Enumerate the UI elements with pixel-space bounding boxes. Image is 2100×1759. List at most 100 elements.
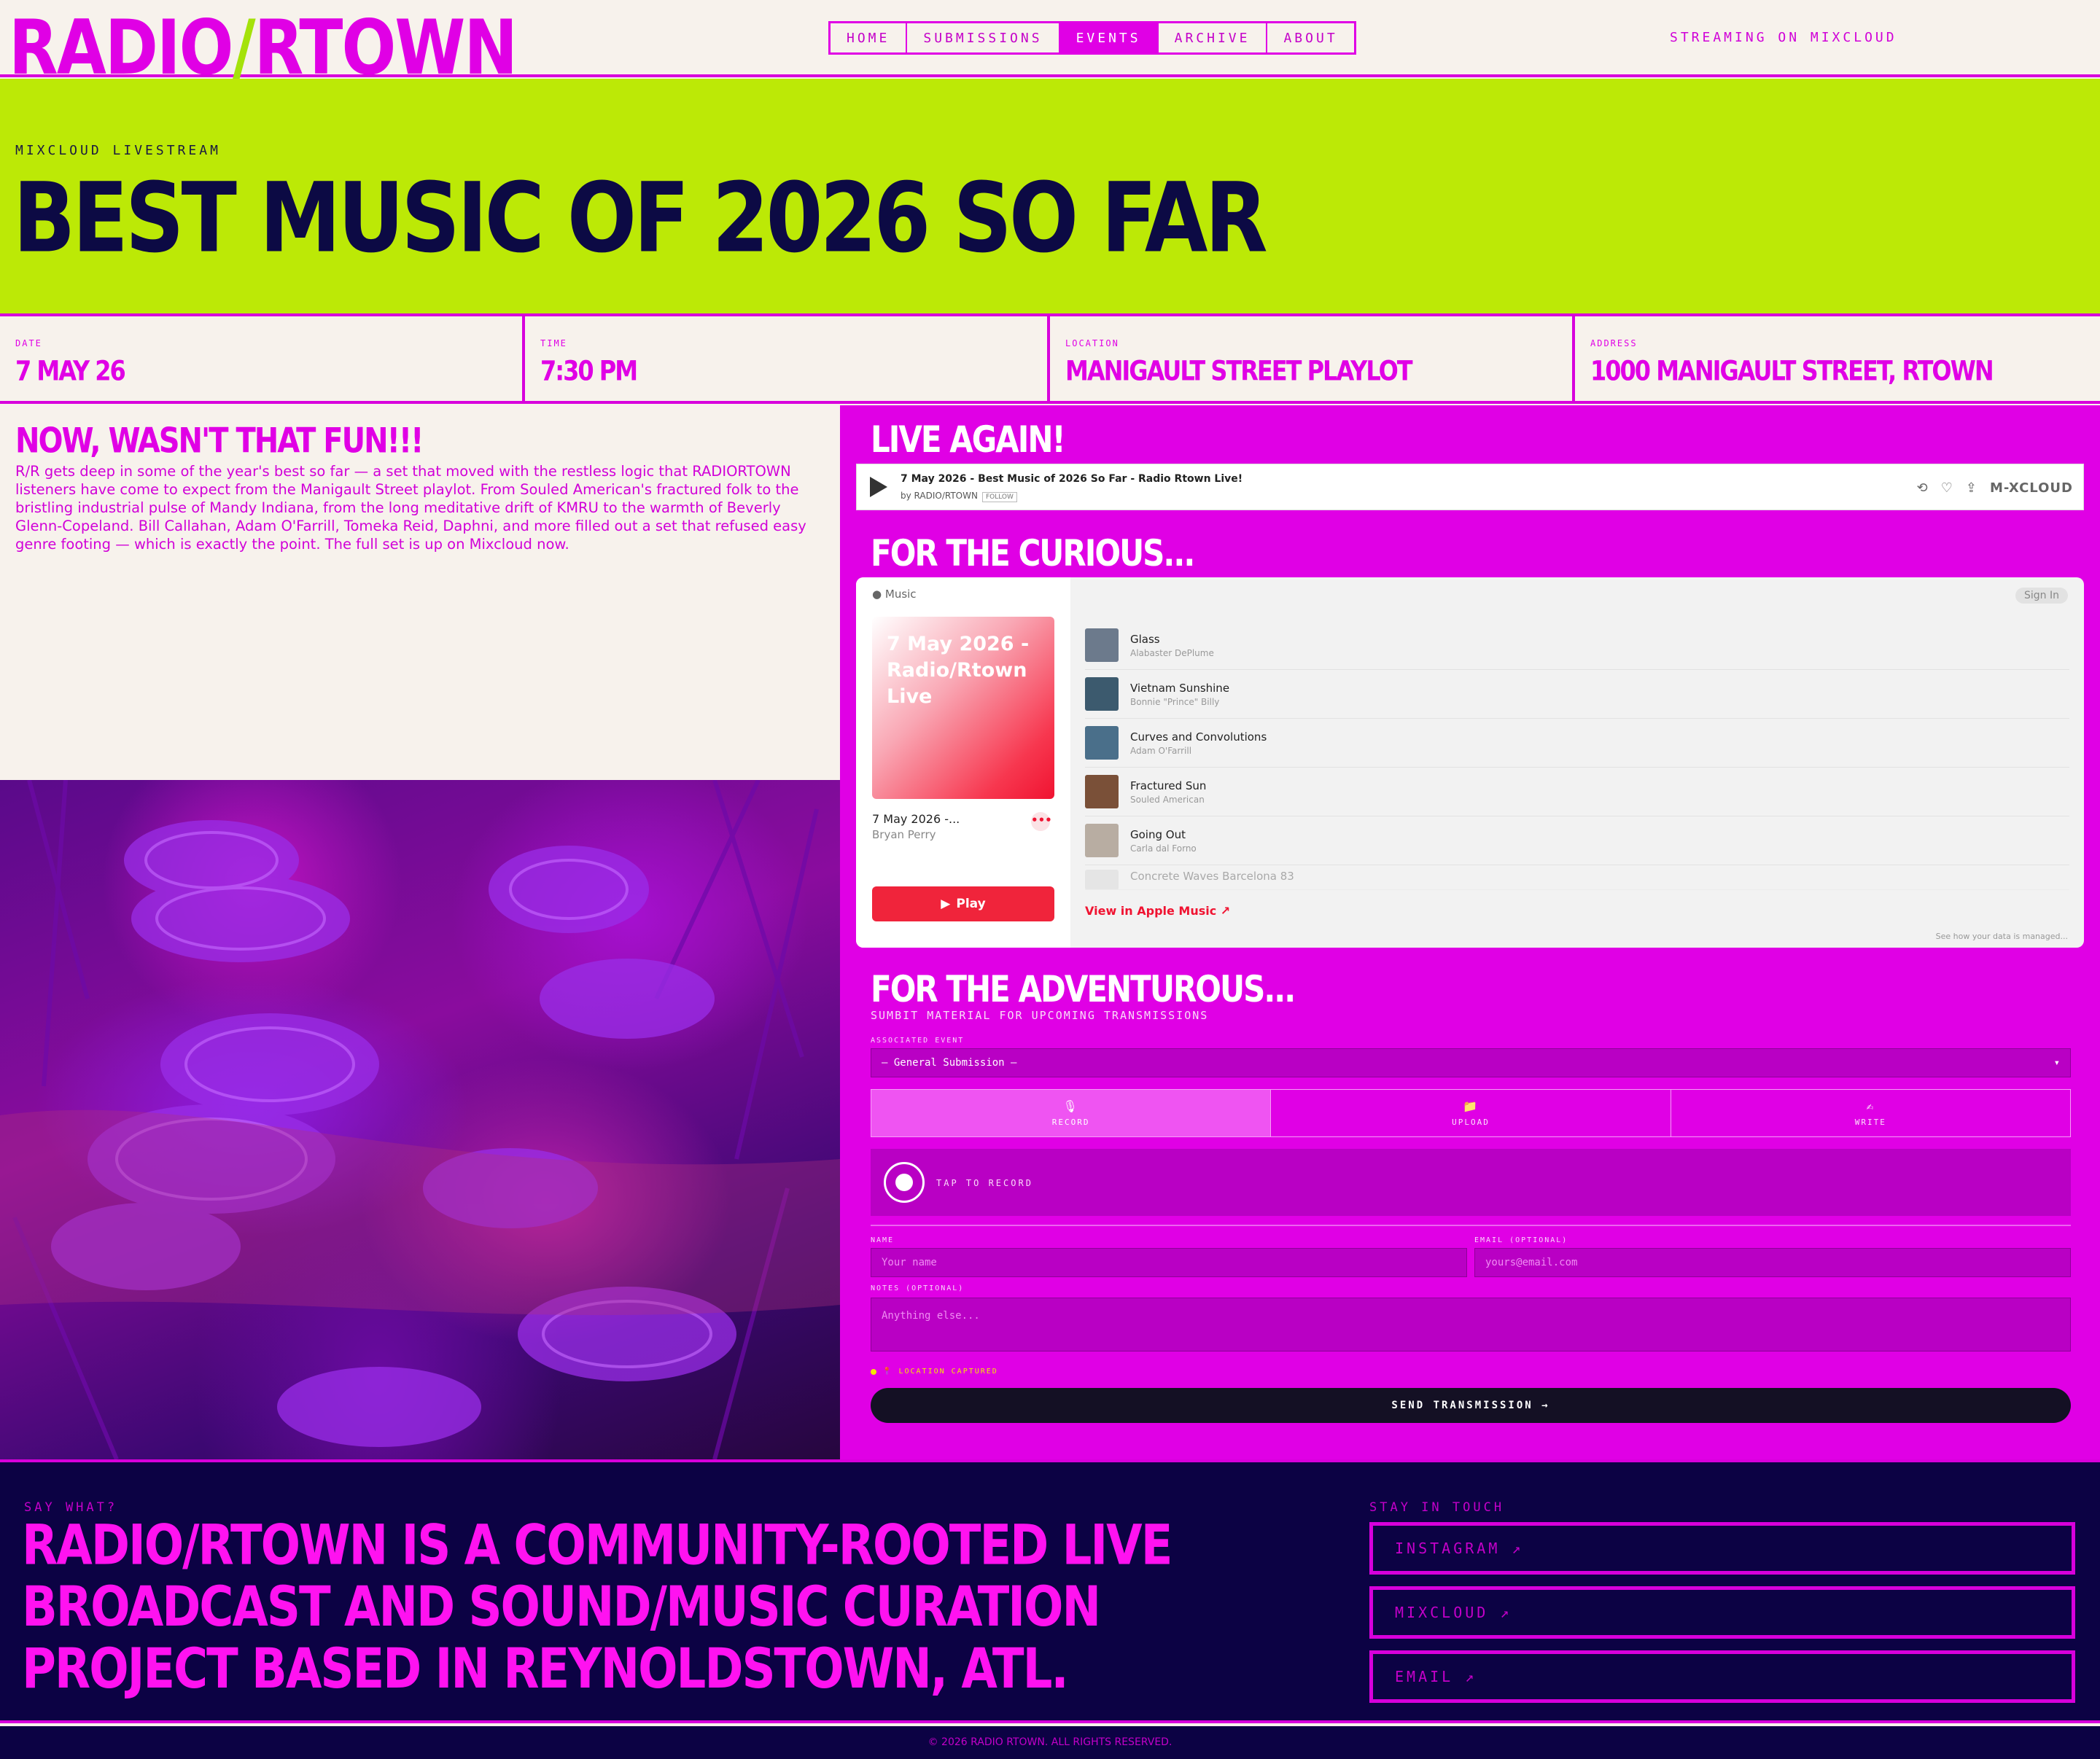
follow-button[interactable]: FOLLOW (981, 492, 1017, 502)
track-row[interactable]: Vietnam Sunshine Bonnie "Prince" Billy (1085, 670, 2069, 719)
share-icon[interactable]: ⇪ (1966, 480, 1977, 496)
status-dot-icon (871, 1368, 876, 1375)
media-column: LIVE AGAIN! 7 May 2026 - Best Music of 2… (840, 405, 2100, 1459)
fungus-photo (0, 780, 840, 1459)
info-date: DATE 7 MAY 26 (0, 316, 525, 401)
track-row[interactable]: Fractured Sun Souled American (1085, 768, 2069, 816)
mixcloud-player: 7 May 2026 - Best Music of 2026 So Far -… (856, 464, 2084, 510)
nav-events[interactable]: EVENTS (1059, 23, 1159, 52)
location-status: 📍 LOCATION CAPTURED (871, 1368, 998, 1376)
nav-archive[interactable]: ARCHIVE (1159, 23, 1268, 52)
track-name: Concrete Waves Barcelona 83 (1130, 870, 1294, 883)
info-label: TIME (540, 338, 567, 348)
sign-in-button[interactable]: Sign In (2015, 588, 2068, 604)
repost-icon[interactable]: ⟲ (1917, 480, 1928, 496)
track-artist: Carla dal Forno (1130, 843, 1197, 854)
event-select-value: — General Submission — (882, 1057, 1017, 1069)
track-artist: Bonnie "Prince" Billy (1130, 696, 1220, 707)
recap-section: NOW, WASN'T THAT FUN!!! R/R gets deep in… (0, 405, 840, 780)
adventurous-heading: FOR THE ADVENTUROUS... (871, 968, 1296, 1010)
track-name: Curves and Convolutions (1130, 730, 1267, 744)
record-button[interactable] (884, 1162, 925, 1203)
send-transmission-button[interactable]: SEND TRANSMISSION → (871, 1388, 2071, 1423)
curious-heading: FOR THE CURIOUS... (871, 532, 1195, 574)
nav-submissions[interactable]: SUBMISSIONS (907, 23, 1060, 52)
play-label: Play (956, 897, 986, 911)
nav-home[interactable]: HOME (831, 23, 908, 52)
apple-play-button[interactable]: ▶ Play (872, 886, 1054, 921)
info-label: ADDRESS (1590, 338, 1638, 348)
streaming-link[interactable]: STREAMING ON MIXCLOUD (1670, 30, 1897, 45)
tab-write[interactable]: ✍ WRITE (1671, 1090, 2070, 1136)
track-thumbnail (1085, 628, 1119, 662)
event-hero: MIXCLOUD LIVESTREAM BEST MUSIC OF 2026 S… (0, 79, 2100, 316)
say-what-label: SAY WHAT? (24, 1500, 118, 1515)
play-icon: ▶ (941, 897, 951, 911)
mixcloud-by: by RADIO/RTOWN FOLLOW (901, 491, 1017, 502)
site-header: RADIO / RTOWN HOME SUBMISSIONS EVENTS ARCH… (0, 0, 2100, 92)
chevron-down-icon: ▾ (2053, 1057, 2060, 1069)
live-again-heading: LIVE AGAIN! (871, 418, 1066, 461)
stay-in-touch-label: STAY IN TOUCH (1369, 1500, 1505, 1515)
info-value: 1000 MANIGAULT STREET, RTOWN (1590, 354, 1994, 387)
info-address: ADDRESS 1000 MANIGAULT STREET, RTOWN (1575, 316, 2100, 401)
track-row[interactable]: Going Out Carla dal Forno (1085, 816, 2069, 865)
mixcloud-title[interactable]: 7 May 2026 - Best Music of 2026 So Far -… (901, 473, 1242, 485)
track-thumbnail (1085, 726, 1119, 760)
email-input[interactable]: yours@email.com (1474, 1248, 2071, 1277)
info-label: DATE (15, 338, 42, 348)
track-thumbnail (1085, 824, 1119, 857)
track-list: Glass Alabaster DePlume Vietnam Sunshine B… (1085, 621, 2069, 890)
microphone-icon: 🎙 (1062, 1099, 1079, 1113)
name-input[interactable]: Your name (871, 1248, 1467, 1277)
tab-record[interactable]: 🎙 RECORD (871, 1090, 1272, 1136)
track-row[interactable]: Glass Alabaster DePlume (1085, 621, 2069, 670)
email-link[interactable]: EMAIL ↗ (1369, 1650, 2075, 1703)
track-name: Glass (1130, 632, 1160, 646)
event-info-strip: DATE 7 MAY 26 TIME 7:30 PM LOCATION MANI… (0, 316, 2100, 404)
info-value: 7:30 PM (540, 354, 638, 387)
form-divider (871, 1225, 2071, 1226)
mixcloud-logo[interactable]: M-XCLOUD (1990, 480, 2073, 496)
mixcloud-link[interactable]: MIXCLOUD ↗ (1369, 1586, 2075, 1639)
track-name: Fractured Sun (1130, 779, 1207, 792)
track-thumbnail (1085, 870, 1119, 889)
track-row[interactable]: Concrete Waves Barcelona 83 (1085, 865, 2069, 890)
play-icon[interactable] (870, 477, 887, 497)
info-value: 7 MAY 26 (15, 354, 126, 387)
data-notice[interactable]: See how your data is managed... (1936, 932, 2068, 941)
notes-textarea[interactable]: Anything else... (871, 1298, 2071, 1352)
submission-subhead: SUMBIT MATERIAL FOR UPCOMING TRANSMISSIO… (871, 1009, 1209, 1022)
name-label: NAME (871, 1236, 895, 1244)
hero-kicker: MIXCLOUD LIVESTREAM (15, 143, 221, 158)
tap-to-record-label: TAP TO RECORD (936, 1178, 1033, 1188)
apple-logo-icon: ● (872, 588, 882, 601)
recap-heading: NOW, WASN'T THAT FUN!!! (15, 421, 424, 461)
track-name: Vietnam Sunshine (1130, 681, 1230, 695)
track-row[interactable]: Curves and Convolutions Adam O'Farrill (1085, 719, 2069, 768)
album-title: 7 May 2026 -... (872, 812, 960, 826)
tab-upload[interactable]: 📁 UPLOAD (1271, 1090, 1671, 1136)
album-art-text: 7 May 2026 - Radio/Rtown Live (887, 633, 1030, 708)
info-location: LOCATION MANIGAULT STREET PLAYLOT (1050, 316, 1575, 401)
heart-icon[interactable]: ♡ (1941, 480, 1953, 496)
info-label: LOCATION (1065, 338, 1119, 348)
notes-label: NOTES (OPTIONAL) (871, 1284, 965, 1292)
more-icon[interactable]: ••• (1031, 812, 1052, 831)
writing-hand-icon: ✍ (1866, 1099, 1875, 1113)
folder-icon: 📁 (1463, 1099, 1479, 1113)
main-nav: HOME SUBMISSIONS EVENTS ARCHIVE ABOUT (828, 21, 1356, 55)
instagram-link[interactable]: INSTAGRAM ↗ (1369, 1522, 2075, 1575)
apple-music-album-panel: ● Music 7 May 2026 - Radio/Rtown Live 7 … (856, 577, 1070, 948)
apple-music-brand: ● Music (872, 588, 917, 601)
mission-statement: RADIO/RTOWN IS A COMMUNITY-ROOTED LIVE B… (22, 1513, 1172, 1702)
tab-label: WRITE (1854, 1118, 1886, 1127)
mixcloud-artist[interactable]: RADIO/RTOWN (914, 491, 978, 501)
nav-about[interactable]: ABOUT (1267, 23, 1353, 52)
view-in-apple-music-link[interactable]: View in Apple Music ↗ (1085, 904, 1230, 918)
recap-body: R/R gets deep in some of the year's best… (15, 463, 806, 553)
tab-label: UPLOAD (1452, 1118, 1490, 1127)
event-select-label: ASSOCIATED EVENT (871, 1037, 965, 1045)
event-select[interactable]: — General Submission — ▾ (871, 1048, 2071, 1077)
album-art[interactable]: 7 May 2026 - Radio/Rtown Live (872, 617, 1054, 799)
